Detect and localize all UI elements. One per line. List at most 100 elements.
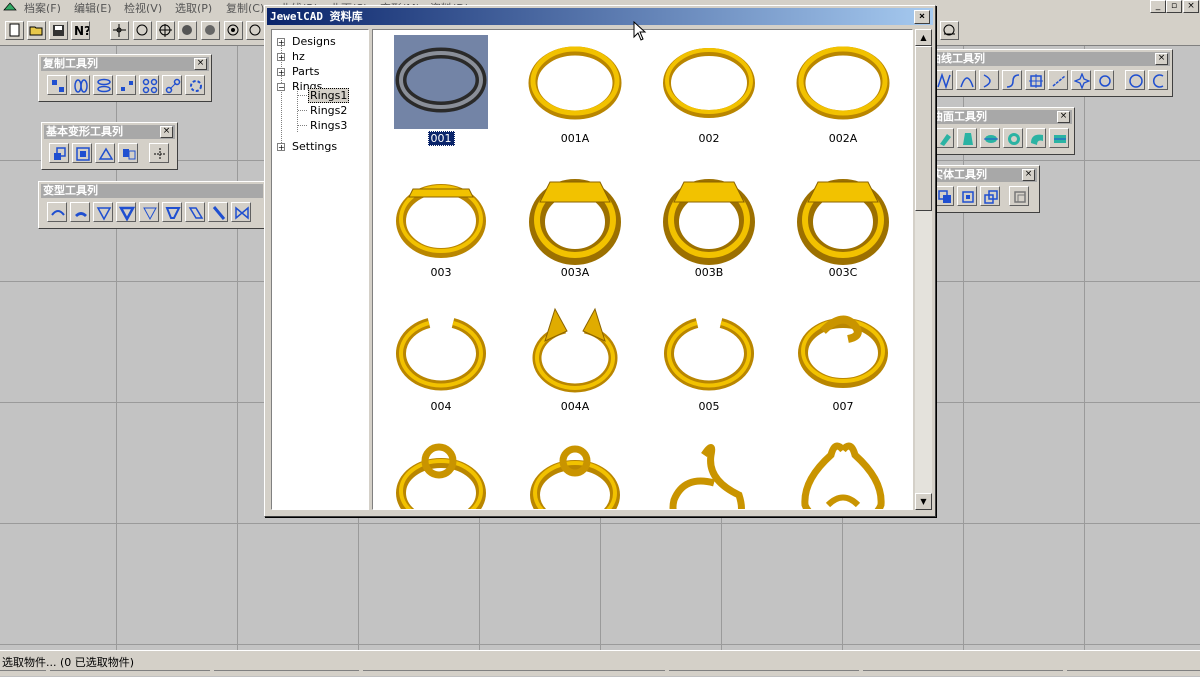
- solid-group-icon[interactable]: [1009, 186, 1029, 206]
- shear-icon[interactable]: [162, 202, 182, 222]
- curve-bezier-icon[interactable]: [979, 70, 999, 90]
- band-ring-icon: [663, 48, 755, 118]
- copy-linear-icon[interactable]: [116, 75, 136, 95]
- taper-fill-icon[interactable]: [116, 202, 136, 222]
- restore-icon[interactable]: ▫: [1166, 0, 1182, 13]
- thumbnail-label: 002: [698, 132, 720, 145]
- solid-subtract-icon[interactable]: [980, 186, 1000, 206]
- scale-icon[interactable]: [72, 143, 92, 163]
- menu-view[interactable]: 检视(V): [124, 0, 162, 13]
- taper-thin-icon[interactable]: [139, 202, 159, 222]
- tree-node-rings2[interactable]: Rings2: [310, 104, 347, 118]
- expand-icon[interactable]: +: [277, 68, 285, 77]
- render-button[interactable]: [940, 21, 959, 40]
- thumbnail-item[interactable]: 004: [391, 301, 491, 421]
- twist-icon[interactable]: [70, 202, 90, 222]
- expand-icon[interactable]: +: [277, 53, 285, 62]
- snap-center-button[interactable]: [156, 21, 175, 40]
- curve-open-arc-icon[interactable]: [1148, 70, 1168, 90]
- menu-copy[interactable]: 复制(C): [226, 0, 264, 13]
- close-icon[interactable]: ×: [1022, 169, 1035, 181]
- snap-point-button[interactable]: [110, 21, 129, 40]
- thumbnail-item[interactable]: [525, 435, 625, 509]
- dialog-close-icon[interactable]: ×: [914, 10, 930, 24]
- surface-loft-icon[interactable]: [980, 128, 1000, 148]
- expand-icon[interactable]: +: [277, 38, 285, 47]
- surface-tube-icon[interactable]: [1026, 128, 1046, 148]
- thumbnail-item[interactable]: 001A: [525, 33, 625, 153]
- copy-stack-icon[interactable]: [93, 75, 113, 95]
- close-icon[interactable]: ×: [1155, 53, 1168, 65]
- close-icon[interactable]: ×: [160, 126, 173, 138]
- slant-icon[interactable]: [185, 202, 205, 222]
- thumbnail-item[interactable]: 001: [391, 33, 491, 153]
- surface-patch-icon[interactable]: [1049, 128, 1069, 148]
- surface-extrude-icon[interactable]: [934, 128, 954, 148]
- copy-move-icon[interactable]: [47, 75, 67, 95]
- copy-grid-icon[interactable]: [139, 75, 159, 95]
- panel-title: 曲线工具列 ×: [928, 52, 1170, 66]
- snap-circle-button[interactable]: [133, 21, 152, 40]
- expand-icon[interactable]: +: [277, 143, 285, 152]
- tree-node-rings3[interactable]: Rings3: [310, 119, 347, 133]
- tree-node-label: Settings: [292, 140, 338, 153]
- thumbnail-item[interactable]: 003A: [525, 167, 625, 287]
- align-icon[interactable]: [149, 143, 169, 163]
- thumbnail-item[interactable]: 005: [659, 301, 759, 421]
- move-icon[interactable]: [49, 143, 69, 163]
- pinch-icon[interactable]: [231, 202, 251, 222]
- surface-sweep-icon[interactable]: [1003, 128, 1023, 148]
- open-folder-button[interactable]: [27, 21, 46, 40]
- snap-grid-button[interactable]: [178, 21, 197, 40]
- copy-path-icon[interactable]: [162, 75, 182, 95]
- curve-arc-icon[interactable]: [956, 70, 976, 90]
- curve-circle-icon[interactable]: [1094, 70, 1114, 90]
- curve-box-icon[interactable]: [1025, 70, 1045, 90]
- gallery-scrollbar[interactable]: ▲ ▼: [915, 29, 932, 510]
- thumbnail-item[interactable]: 004A: [525, 301, 625, 421]
- snap-solid-button[interactable]: [201, 21, 220, 40]
- solid-intersect-icon[interactable]: [957, 186, 977, 206]
- close-icon[interactable]: ×: [194, 58, 207, 70]
- dialog-title-bar[interactable]: JewelCAD 资料库 ×: [267, 8, 933, 25]
- thumbnail-item[interactable]: [391, 435, 491, 509]
- collapse-icon[interactable]: −: [277, 83, 285, 92]
- snap-node-button[interactable]: [224, 21, 243, 40]
- scroll-up-icon[interactable]: ▲: [915, 29, 932, 46]
- thumbnail-item[interactable]: 003B: [659, 167, 759, 287]
- menu-file[interactable]: 档案(F): [24, 0, 61, 13]
- taper-icon[interactable]: [93, 202, 113, 222]
- thumbnail-item[interactable]: [793, 435, 893, 509]
- thumbnail-item[interactable]: 003: [391, 167, 491, 287]
- thumbnail-item[interactable]: [659, 435, 759, 509]
- help-button[interactable]: N?: [71, 21, 91, 40]
- curve-ellipse-icon[interactable]: [1125, 70, 1145, 90]
- scroll-down-icon[interactable]: ▼: [915, 493, 932, 510]
- bend-icon[interactable]: [47, 202, 67, 222]
- minimize-icon[interactable]: _: [1150, 0, 1166, 13]
- save-button[interactable]: [49, 21, 68, 40]
- curve-star-icon[interactable]: [1071, 70, 1091, 90]
- tree-node-rings1[interactable]: Rings1: [308, 88, 350, 103]
- skew-icon[interactable]: [208, 202, 228, 222]
- solid-union-icon[interactable]: [934, 186, 954, 206]
- thumbnail-item[interactable]: 007: [793, 301, 893, 421]
- menu-edit[interactable]: 编辑(E): [74, 0, 112, 13]
- rotate-icon[interactable]: [95, 143, 115, 163]
- thumbnail-item[interactable]: 003C: [793, 167, 893, 287]
- curve-tool-icon[interactable]: [933, 70, 953, 90]
- copy-mirror-icon[interactable]: [70, 75, 90, 95]
- copy-circular-icon[interactable]: [185, 75, 205, 95]
- menu-select[interactable]: 选取(P): [175, 0, 212, 13]
- curve-spline-icon[interactable]: [1002, 70, 1022, 90]
- close-icon[interactable]: ×: [1183, 0, 1199, 13]
- scroll-thumb[interactable]: [915, 46, 932, 211]
- surface-revolve-icon[interactable]: [957, 128, 977, 148]
- close-icon[interactable]: ×: [1057, 111, 1070, 123]
- thumbnail-item[interactable]: 002: [659, 33, 759, 153]
- curve-line-icon[interactable]: [1048, 70, 1068, 90]
- thumbnail-item[interactable]: 002A: [793, 33, 893, 153]
- new-file-button[interactable]: [5, 21, 24, 40]
- snap-extra-button[interactable]: [246, 21, 265, 40]
- mirror-icon[interactable]: [118, 143, 138, 163]
